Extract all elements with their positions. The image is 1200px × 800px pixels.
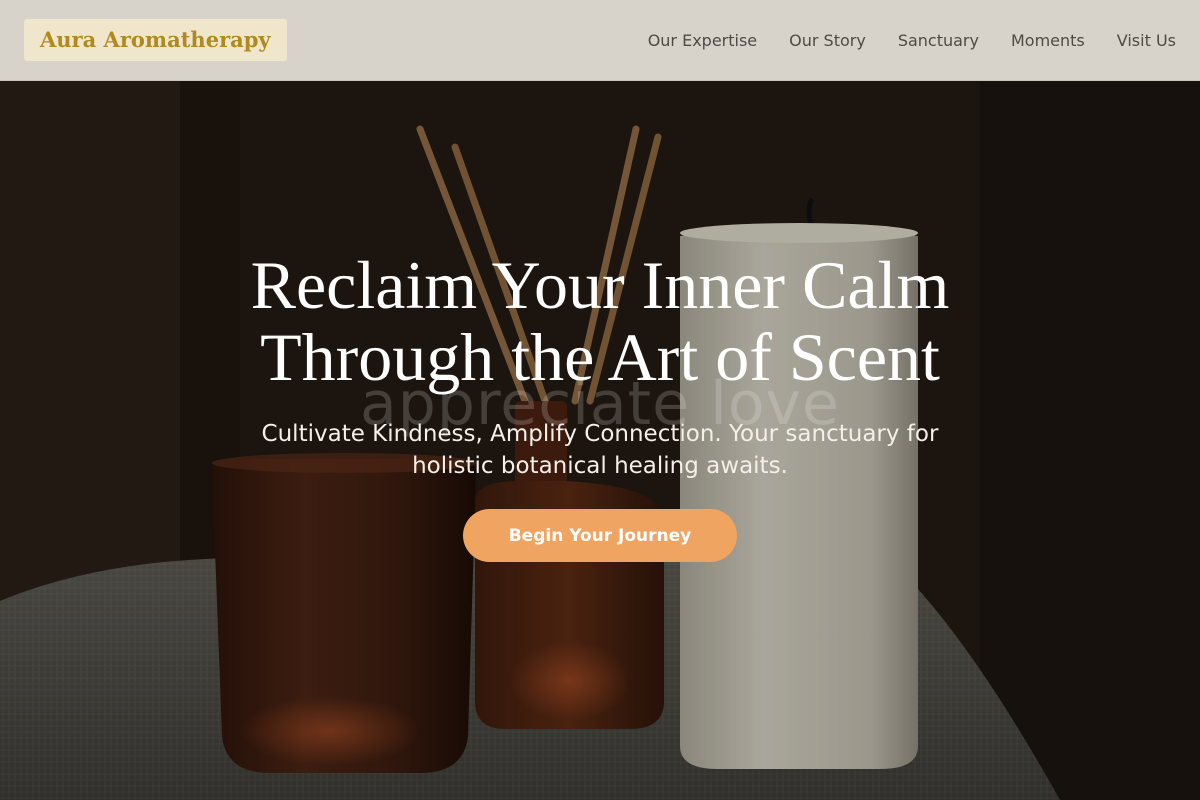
hero-subtitle: Cultivate Kindness, Amplify Connection. … — [261, 421, 939, 479]
nav-link-visit-us[interactable]: Visit Us — [1117, 31, 1176, 50]
page: Aura Aromatherapy Our Expertise Our Stor… — [0, 0, 1200, 800]
hero-section: appreciate love Reclaim Your Inner Calm … — [0, 81, 1200, 800]
nav-link-sanctuary[interactable]: Sanctuary — [898, 31, 979, 50]
nav-link-moments[interactable]: Moments — [1011, 31, 1085, 50]
site-header: Aura Aromatherapy Our Expertise Our Stor… — [0, 0, 1200, 81]
nav-link-our-story[interactable]: Our Story — [789, 31, 866, 50]
site-logo[interactable]: Aura Aromatherapy — [24, 19, 287, 61]
begin-journey-button[interactable]: Begin Your Journey — [463, 509, 737, 562]
nav-link-our-expertise[interactable]: Our Expertise — [648, 31, 757, 50]
main-nav: Our Expertise Our Story Sanctuary Moment… — [648, 0, 1176, 80]
hero-title: Reclaim Your Inner Calm Through the Art … — [250, 247, 950, 395]
